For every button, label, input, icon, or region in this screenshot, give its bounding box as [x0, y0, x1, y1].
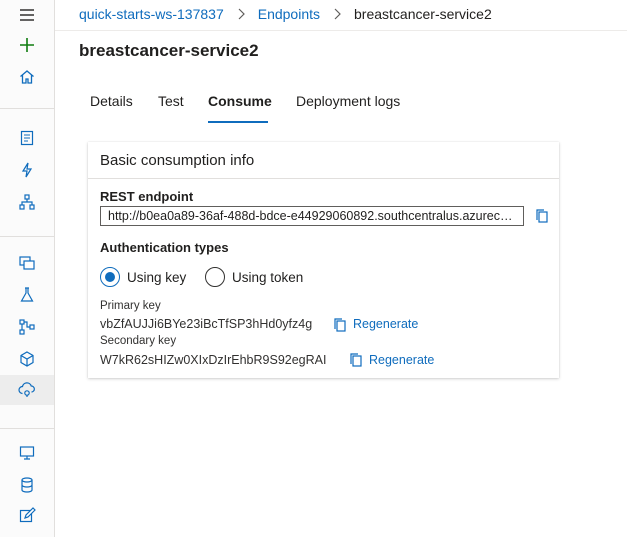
radio-using-token[interactable]: Using token: [205, 267, 303, 287]
rest-endpoint-field[interactable]: http://b0ea0a89-36af-488d-bdce-e44929060…: [100, 206, 524, 226]
designer-icon[interactable]: [0, 187, 54, 217]
radio-using-token-label: Using token: [232, 269, 304, 285]
authentication-types-label: Authentication types: [100, 240, 229, 255]
radio-checked-indicator: [100, 267, 120, 287]
compute-icon[interactable]: [0, 438, 54, 468]
notebook-icon[interactable]: [0, 123, 54, 153]
active-tab-indicator: [208, 121, 268, 123]
endpoints-icon[interactable]: [0, 375, 54, 405]
models-icon[interactable]: [0, 344, 54, 374]
datastores-icon[interactable]: [0, 470, 54, 500]
rest-endpoint-label: REST endpoint: [100, 189, 194, 204]
basic-consumption-card: Basic consumption info REST endpoint htt…: [88, 142, 559, 378]
chevron-right-icon: [320, 8, 354, 20]
radio-using-key-label: Using key: [127, 269, 187, 285]
copy-primary-key-icon[interactable]: [332, 317, 348, 333]
breadcrumb-endpoints-link[interactable]: Endpoints: [258, 6, 320, 22]
breadcrumb-workspace-link[interactable]: quick-starts-ws-137837: [79, 6, 224, 22]
automl-icon[interactable]: [0, 155, 54, 185]
regenerate-primary-key-link[interactable]: Regenerate: [353, 317, 418, 331]
regenerate-secondary-key-link[interactable]: Regenerate: [369, 353, 434, 367]
secondary-key-label: Secondary key: [100, 335, 177, 347]
header-divider: [55, 30, 627, 31]
breadcrumb-current: breastcancer-service2: [354, 6, 492, 22]
rail-divider: [0, 108, 54, 109]
tab-test[interactable]: Test: [158, 93, 184, 124]
left-nav-rail: [0, 0, 55, 537]
radio-using-key[interactable]: Using key: [100, 267, 186, 287]
datasets-icon[interactable]: [0, 248, 54, 278]
rail-divider: [0, 428, 54, 429]
add-icon[interactable]: [0, 30, 54, 60]
copy-secondary-key-icon[interactable]: [348, 352, 364, 368]
copy-endpoint-icon[interactable]: [534, 208, 550, 224]
primary-key-value: vbZfAUJJi6BYe23iBcTfSP3hHd0yfz4g: [100, 317, 313, 331]
primary-key-label: Primary key: [100, 300, 161, 312]
tab-deployment-logs[interactable]: Deployment logs: [296, 93, 400, 124]
rail-divider: [0, 236, 54, 237]
home-icon[interactable]: [0, 62, 54, 92]
radio-unchecked-indicator: [205, 267, 225, 287]
chevron-right-icon: [224, 8, 258, 20]
tab-consume[interactable]: Consume: [208, 93, 272, 124]
experiments-icon[interactable]: [0, 280, 54, 310]
breadcrumb: quick-starts-ws-137837 Endpoints breastc…: [79, 5, 492, 23]
menu-icon[interactable]: [0, 0, 54, 30]
card-header: Basic consumption info: [88, 142, 559, 179]
page-title: breastcancer-service2: [79, 41, 259, 60]
labeling-icon[interactable]: [0, 501, 54, 531]
secondary-key-value: W7kR62sHIZw0XIxDzIrEhbR9S92egRAI: [100, 353, 327, 367]
pipelines-icon[interactable]: [0, 312, 54, 342]
tab-details[interactable]: Details: [90, 93, 133, 124]
card-title: Basic consumption info: [100, 152, 255, 169]
